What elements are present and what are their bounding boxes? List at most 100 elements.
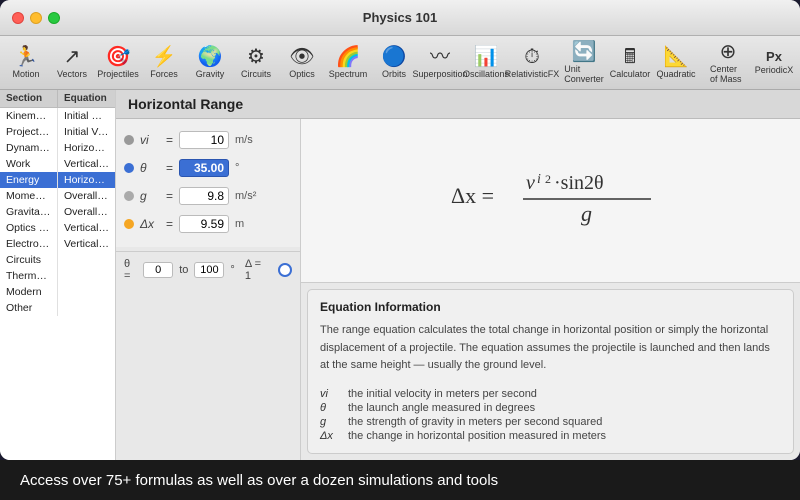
sidebar-row-circuits[interactable]: Circuits	[0, 252, 115, 268]
tool-gravity-label: Gravity	[196, 69, 225, 79]
var-label-g: g	[140, 189, 160, 203]
sidebar-section-gravitation: Gravitation	[0, 204, 58, 220]
tool-projectiles-label: Projectiles	[97, 69, 139, 79]
tool-oscillations-label: Oscillations	[463, 69, 509, 79]
tool-optics[interactable]: 👁 Optics	[280, 40, 324, 86]
var-dot-g[interactable]	[124, 191, 134, 201]
sidebar-eq-thermodynamics	[58, 268, 115, 284]
orbits-icon: 🔵	[382, 47, 407, 67]
sidebar-row-other[interactable]: Other	[0, 300, 115, 316]
tool-relativisticfx[interactable]: ⏱ RelativisticFX	[510, 40, 554, 86]
var-dot-vi[interactable]	[124, 135, 134, 145]
tool-periodicx[interactable]: Px PeriodicX	[752, 40, 796, 86]
slider-delta-label: Δ = 1	[245, 258, 267, 282]
sidebar-row-thermodynamics[interactable]: Thermodynamics	[0, 268, 115, 284]
sidebar-row-kinematics[interactable]: Kinematics Initial Horizontal Velocity	[0, 108, 115, 124]
var-equals-deltax: =	[166, 217, 173, 231]
tool-spectrum-label: Spectrum	[329, 69, 368, 79]
svg-text:g: g	[581, 201, 592, 226]
var-input-vi[interactable]	[179, 131, 229, 149]
slider-max-input[interactable]	[194, 262, 224, 278]
var-row-vi: vi = m/s	[116, 127, 300, 153]
sidebar-section-thermodynamics: Thermodynamics	[0, 268, 58, 284]
tool-center-of-mass-label: Center of Mass	[710, 64, 746, 84]
sidebar-row-modern[interactable]: Modern	[0, 284, 115, 300]
main-area: Section Equation Kinematics Initial Hori…	[0, 90, 800, 460]
maximize-button[interactable]	[48, 12, 60, 24]
info-panel-description: The range equation calculates the total …	[320, 322, 781, 375]
var-input-deltax[interactable]	[179, 215, 229, 233]
tool-motion[interactable]: 🏃 Motion	[4, 40, 48, 86]
tool-circuits[interactable]: ⚙ Circuits	[234, 40, 278, 86]
info-var-vi: vi the initial velocity in meters per se…	[320, 387, 781, 401]
tool-spectrum[interactable]: 🌈 Spectrum	[326, 40, 370, 86]
sidebar: Section Equation Kinematics Initial Hori…	[0, 90, 116, 460]
tool-quadratic[interactable]: 📐 Quadratic	[654, 40, 698, 86]
minimize-button[interactable]	[30, 12, 42, 24]
tool-orbits[interactable]: 🔵 Orbits	[372, 40, 416, 86]
var-unit-deltax: m	[235, 218, 244, 230]
slider-to-label: to	[179, 264, 188, 276]
info-var-desc-deltax: the change in horizontal position measur…	[348, 430, 606, 442]
sidebar-section-electromagnetism: Electromagnetism	[0, 236, 58, 252]
var-label-vi: vi	[140, 133, 160, 147]
var-equals-vi: =	[166, 133, 173, 147]
tool-calculator[interactable]: 🖩 Calculator	[608, 40, 652, 86]
var-dot-deltax[interactable]	[124, 219, 134, 229]
toolbar: 🏃 Motion ↗ Vectors 🎯 Projectiles ⚡ Force…	[0, 36, 800, 90]
sidebar-row-momentum[interactable]: Momentum Overall Velocity	[0, 188, 115, 204]
tool-forces[interactable]: ⚡ Forces	[142, 40, 186, 86]
sidebar-row-optics[interactable]: Optics & Waves Vertical Velocity (time)	[0, 220, 115, 236]
sidebar-row-projectiles[interactable]: Projectiles Initial Vertical Velocity	[0, 124, 115, 140]
sidebar-section-momentum: Momentum	[0, 188, 58, 204]
tool-orbits-label: Orbits	[382, 69, 406, 79]
svg-text:Δx =: Δx =	[451, 183, 494, 208]
tool-circuits-label: Circuits	[241, 69, 271, 79]
info-var-desc-vi: the initial velocity in meters per secon…	[348, 388, 537, 400]
var-unit-theta: °	[235, 162, 239, 174]
tool-gravity[interactable]: 🌍 Gravity	[188, 40, 232, 86]
sidebar-row-dynamics[interactable]: Dynamics Horizontal Position	[0, 140, 115, 156]
traffic-lights	[12, 12, 60, 24]
svg-text:v: v	[526, 172, 535, 194]
equation-display: Δx = v i 2 ·sin2θ g	[301, 119, 800, 283]
tool-vectors[interactable]: ↗ Vectors	[50, 40, 94, 86]
projectiles-icon: 🎯	[106, 47, 131, 67]
sidebar-row-energy[interactable]: Energy Horizontal Range	[0, 172, 115, 188]
main-window: Physics 101 🏃 Motion ↗ Vectors 🎯 Project…	[0, 0, 800, 460]
sidebar-header-equation: Equation	[58, 90, 115, 107]
slider-min-input[interactable]	[143, 262, 173, 278]
tool-projectiles[interactable]: 🎯 Projectiles	[96, 40, 140, 86]
sidebar-row-gravitation[interactable]: Gravitation Overall Angle	[0, 204, 115, 220]
tool-center-of-mass[interactable]: ⊕ Center of Mass	[706, 40, 750, 86]
var-input-theta[interactable]	[179, 159, 229, 177]
tool-oscillations[interactable]: 📊 Oscillations	[464, 40, 508, 86]
titlebar: Physics 101	[0, 0, 800, 36]
tool-unit-converter[interactable]: 🔄 Unit Converter	[562, 40, 606, 86]
formula-section: vi = m/s θ = °	[116, 119, 800, 460]
var-input-g[interactable]	[179, 187, 229, 205]
sidebar-eq-momentum: Overall Velocity	[58, 188, 115, 204]
sidebar-row-work[interactable]: Work Vertical Position	[0, 156, 115, 172]
info-var-sym-vi: vi	[320, 388, 340, 400]
forces-icon: ⚡	[152, 47, 177, 67]
sidebar-section-energy: Energy	[0, 172, 58, 188]
spectrum-icon: 🌈	[336, 47, 361, 67]
tool-relativisticfx-label: RelativisticFX	[505, 69, 560, 79]
tool-superposition[interactable]: 〰 Superposition	[418, 40, 462, 86]
periodicx-icon: Px	[766, 50, 782, 63]
content-area: Horizontal Range vi = m/s	[116, 90, 800, 460]
bottom-bar-text: Access over 75+ formulas as well as over…	[20, 472, 498, 489]
oscillations-icon: 📊	[474, 47, 499, 67]
variables-list: vi = m/s θ = °	[116, 119, 301, 247]
sidebar-eq-projectiles: Initial Vertical Velocity	[58, 124, 115, 140]
optics-icon: 👁	[289, 47, 314, 67]
info-var-desc-theta: the launch angle measured in degrees	[348, 402, 535, 414]
close-button[interactable]	[12, 12, 24, 24]
sidebar-row-electromagnetism[interactable]: Electromagnetism Vertical Velocity (disp…	[0, 236, 115, 252]
slider-unit-label: °	[230, 264, 234, 276]
slider-label: θ =	[124, 258, 137, 282]
vectors-icon: ↗	[64, 47, 81, 67]
var-dot-theta[interactable]	[124, 163, 134, 173]
sidebar-section-dynamics: Dynamics	[0, 140, 58, 156]
